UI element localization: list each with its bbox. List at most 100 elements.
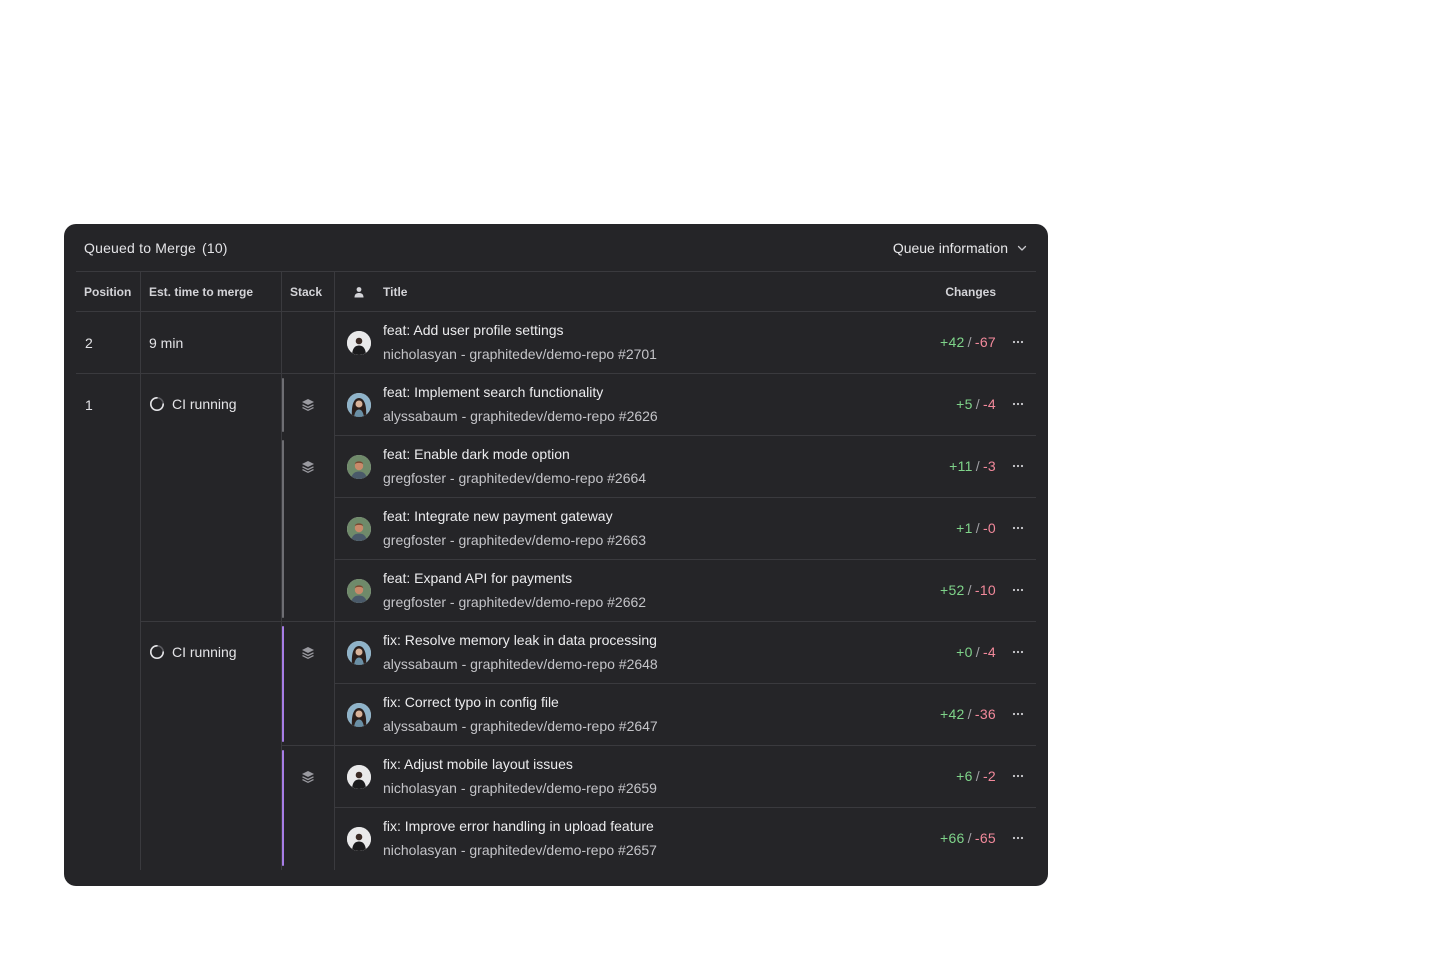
spinner-icon — [150, 645, 164, 659]
pr-subtitle: gregfoster - graphitedev/demo-repo #2664 — [383, 470, 647, 486]
panel-header: Queued to Merge (10) Queue information — [84, 224, 1028, 272]
stack-icon[interactable] — [301, 770, 315, 784]
pr-changes: +42/-67 — [940, 334, 996, 350]
changes-separator: / — [975, 458, 980, 474]
pr-title[interactable]: fix: Correct typo in config file — [383, 694, 559, 710]
stack-icon[interactable] — [301, 460, 315, 474]
pr-changes: +66/-65 — [940, 830, 996, 846]
pr-title[interactable]: feat: Add user profile settings — [383, 322, 564, 338]
more-options-icon[interactable] — [1010, 396, 1026, 412]
changes-separator: / — [975, 396, 980, 412]
changes-separator: / — [967, 334, 972, 350]
pr-row[interactable]: feat: Implement search functionality aly… — [334, 374, 1036, 436]
avatar — [347, 703, 371, 727]
pr-row[interactable]: fix: Adjust mobile layout issues nichola… — [334, 746, 1036, 808]
avatar — [347, 765, 371, 789]
queue-information-dropdown[interactable]: Queue information — [893, 240, 1028, 256]
more-options-icon[interactable] — [1010, 644, 1026, 660]
pr-subtitle: alyssabaum - graphitedev/demo-repo #2647 — [383, 718, 658, 734]
pr-title[interactable]: feat: Implement search functionality — [383, 384, 603, 400]
additions: +11 — [949, 458, 973, 474]
column-divider — [140, 272, 141, 870]
additions: +5 — [956, 396, 973, 412]
pr-subtitle: nicholasyan - graphitedev/demo-repo #265… — [383, 780, 657, 796]
pr-title[interactable]: fix: Adjust mobile layout issues — [383, 756, 573, 772]
pr-title[interactable]: fix: Improve error handling in upload fe… — [383, 818, 654, 834]
avatar — [347, 641, 371, 665]
stack-bar — [282, 440, 284, 618]
deletions: -0 — [982, 520, 996, 536]
pr-changes: +0/-4 — [956, 644, 996, 660]
ci-status: CI running — [149, 644, 237, 660]
ci-status: CI running — [149, 396, 237, 412]
pr-row[interactable]: fix: Improve error handling in upload fe… — [334, 808, 1036, 870]
additions: +42 — [940, 706, 965, 722]
additions: +0 — [956, 644, 973, 660]
pr-row[interactable]: feat: Add user profile settings nicholas… — [334, 312, 1036, 374]
column-header-author[interactable] — [353, 272, 365, 312]
changes-separator: / — [975, 520, 980, 536]
est-time-label: 9 min — [149, 335, 184, 351]
pr-subtitle: nicholasyan - graphitedev/demo-repo #270… — [383, 346, 657, 362]
more-options-icon[interactable] — [1010, 768, 1026, 784]
deletions: -36 — [974, 706, 996, 722]
pr-row[interactable]: feat: Integrate new payment gateway greg… — [334, 498, 1036, 560]
deletions: -65 — [974, 830, 996, 846]
column-header-est-time[interactable]: Est. time to merge — [149, 272, 253, 312]
pr-title[interactable]: feat: Expand API for payments — [383, 570, 572, 586]
pr-changes: +1/-0 — [956, 520, 996, 536]
column-header-stack[interactable]: Stack — [290, 272, 322, 312]
position-value: 1 — [85, 397, 93, 413]
merge-queue-panel: Queued to Merge (10) Queue information Po… — [64, 224, 1048, 886]
stack-bar — [282, 626, 284, 742]
pr-subtitle: gregfoster - graphitedev/demo-repo #2662 — [383, 594, 647, 610]
avatar — [347, 455, 371, 479]
pr-row[interactable]: fix: Correct typo in config file alyssab… — [334, 684, 1036, 746]
ci-status-label: CI running — [172, 644, 237, 660]
stack-icon[interactable] — [301, 398, 315, 412]
changes-separator: / — [967, 830, 972, 846]
more-options-icon[interactable] — [1010, 830, 1026, 846]
pr-title[interactable]: feat: Enable dark mode option — [383, 446, 570, 462]
est-time-value: 9 min — [149, 335, 183, 351]
column-header-changes[interactable]: Changes — [945, 272, 996, 312]
stack-bar — [282, 750, 284, 866]
more-options-icon[interactable] — [1010, 582, 1026, 598]
pr-changes: +52/-10 — [940, 582, 996, 598]
pr-subtitle: alyssabaum - graphitedev/demo-repo #2648 — [383, 656, 658, 672]
avatar — [347, 827, 371, 851]
stack-bar — [282, 378, 284, 432]
pr-changes: +5/-4 — [956, 396, 996, 412]
queue-count: (10) — [201, 240, 228, 256]
column-header-title[interactable]: Title — [383, 272, 407, 312]
changes-separator: / — [975, 768, 980, 784]
deletions: -2 — [982, 768, 996, 784]
additions: +42 — [940, 334, 965, 350]
pr-title[interactable]: fix: Resolve memory leak in data process… — [383, 632, 657, 648]
column-header-position[interactable]: Position — [84, 272, 131, 312]
deletions: -4 — [982, 396, 996, 412]
more-options-icon[interactable] — [1010, 334, 1026, 350]
pr-row[interactable]: fix: Resolve memory leak in data process… — [334, 622, 1036, 684]
changes-separator: / — [967, 706, 972, 722]
pr-subtitle: nicholasyan - graphitedev/demo-repo #265… — [383, 842, 657, 858]
stack-icon[interactable] — [301, 646, 315, 660]
pr-row[interactable]: feat: Expand API for payments gregfoster… — [334, 560, 1036, 622]
pr-title[interactable]: feat: Integrate new payment gateway — [383, 508, 613, 524]
chevron-down-icon — [1017, 245, 1027, 251]
changes-separator: / — [967, 582, 972, 598]
queue-information-label: Queue information — [892, 240, 1008, 256]
additions: +1 — [956, 520, 973, 536]
pr-subtitle: alyssabaum - graphitedev/demo-repo #2626 — [383, 408, 658, 424]
more-options-icon[interactable] — [1010, 458, 1026, 474]
more-options-icon[interactable] — [1010, 706, 1026, 722]
deletions: -10 — [974, 582, 996, 598]
table-header: Position Est. time to merge Stack Title … — [76, 272, 1036, 312]
spinner-icon — [150, 397, 164, 411]
deletions: -3 — [982, 458, 996, 474]
more-options-icon[interactable] — [1010, 520, 1026, 536]
pr-row[interactable]: feat: Enable dark mode option gregfoster… — [334, 436, 1036, 498]
additions: +66 — [940, 830, 965, 846]
deletions: -67 — [974, 334, 996, 350]
pr-subtitle: gregfoster - graphitedev/demo-repo #2663 — [383, 532, 647, 548]
